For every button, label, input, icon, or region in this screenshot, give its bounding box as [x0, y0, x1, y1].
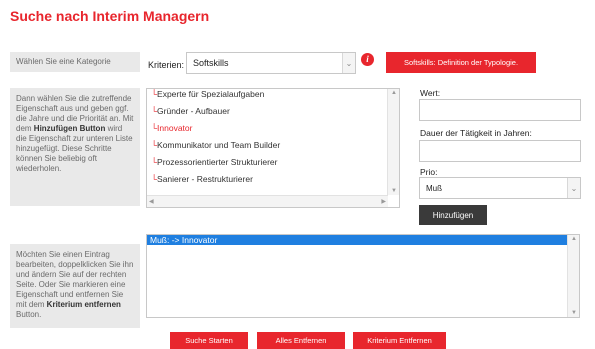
properties-vertical-scrollbar[interactable]: ▲ ▼ — [387, 89, 399, 195]
entries-listbox[interactable]: Muß: -> Innovator ▲ ▼ — [146, 234, 580, 318]
edit-bold: Kriterium entfernen — [46, 300, 121, 309]
wert-label: Wert: — [420, 88, 441, 98]
entry-item[interactable]: Muß: -> Innovator — [147, 235, 568, 245]
list-item[interactable]: └Sanierer - Restrukturierer — [147, 172, 388, 189]
list-item-label: Innovator — [157, 123, 193, 133]
scroll-right-icon[interactable]: ▶ — [381, 198, 386, 205]
list-item-label: Kommunikator und Team Builder — [157, 140, 281, 150]
add-button[interactable]: Hinzufügen — [419, 205, 487, 225]
entries-vertical-scrollbar[interactable]: ▲ ▼ — [567, 235, 579, 317]
scroll-down-icon[interactable]: ▼ — [391, 188, 397, 194]
list-item-label: Experte für Spezialaufgaben — [157, 89, 265, 99]
edit-panel: Möchten Sie einen Eintrag bearbeiten, do… — [10, 244, 140, 328]
instructions-panel: Dann wählen Sie die zutreffende Eigensch… — [10, 88, 140, 206]
list-item-label: Sanierer - Restrukturierer — [157, 174, 253, 184]
list-item[interactable]: └Kommunikator und Team Builder — [147, 138, 388, 155]
criteria-label: Kriterien: — [148, 60, 185, 70]
instructions-bold: Hinzufügen Button — [33, 124, 106, 133]
criteria-select[interactable]: Softskills ⌄ — [186, 52, 356, 74]
scroll-up-icon[interactable]: ▲ — [571, 236, 577, 242]
info-icon[interactable]: i — [361, 53, 374, 66]
scroll-left-icon[interactable]: ◀ — [149, 198, 154, 205]
category-panel-text: Wählen Sie eine Kategorie — [16, 57, 111, 66]
category-panel: Wählen Sie eine Kategorie — [10, 52, 140, 72]
remove-all-button[interactable]: Alles Entfernen — [257, 332, 345, 349]
dauer-input[interactable] — [419, 140, 581, 162]
chevron-down-icon: ⌄ — [342, 53, 355, 73]
prio-selected-value: Muß — [426, 183, 442, 193]
page-title: Suche nach Interim Managern — [10, 8, 210, 24]
list-item-label: Prozessorientierter Strukturierer — [157, 157, 278, 167]
properties-listbox[interactable]: └Experte für Spezialaufgaben └Gründer - A… — [146, 88, 400, 208]
search-start-button[interactable]: Suche Starten — [170, 332, 248, 349]
list-item[interactable]: └Prozessorientierter Strukturierer — [147, 155, 388, 172]
dauer-label: Dauer der Tätigkeit in Jahren: — [420, 128, 532, 138]
chevron-down-icon: ⌄ — [567, 178, 580, 198]
edit-text-2: Button. — [16, 310, 42, 319]
list-item[interactable]: └Gründer - Aufbauer — [147, 104, 388, 121]
scroll-down-icon[interactable]: ▼ — [571, 310, 577, 316]
definition-button[interactable]: Softskills: Definition der Typologie. — [386, 52, 536, 73]
prio-label: Prio: — [420, 167, 438, 177]
criteria-selected-value: Softskills — [193, 58, 229, 68]
scroll-up-icon[interactable]: ▲ — [391, 90, 397, 96]
wert-input[interactable] — [419, 99, 581, 121]
list-item[interactable]: └Experte für Spezialaufgaben — [147, 89, 388, 104]
properties-horizontal-scrollbar[interactable]: ◀ ▶ — [147, 195, 388, 207]
list-item-label: Gründer - Aufbauer — [157, 106, 230, 116]
list-item[interactable]: └Innovator — [147, 121, 388, 138]
remove-criterion-button[interactable]: Kriterium Entfernen — [353, 332, 446, 349]
prio-select[interactable]: Muß ⌄ — [419, 177, 581, 199]
